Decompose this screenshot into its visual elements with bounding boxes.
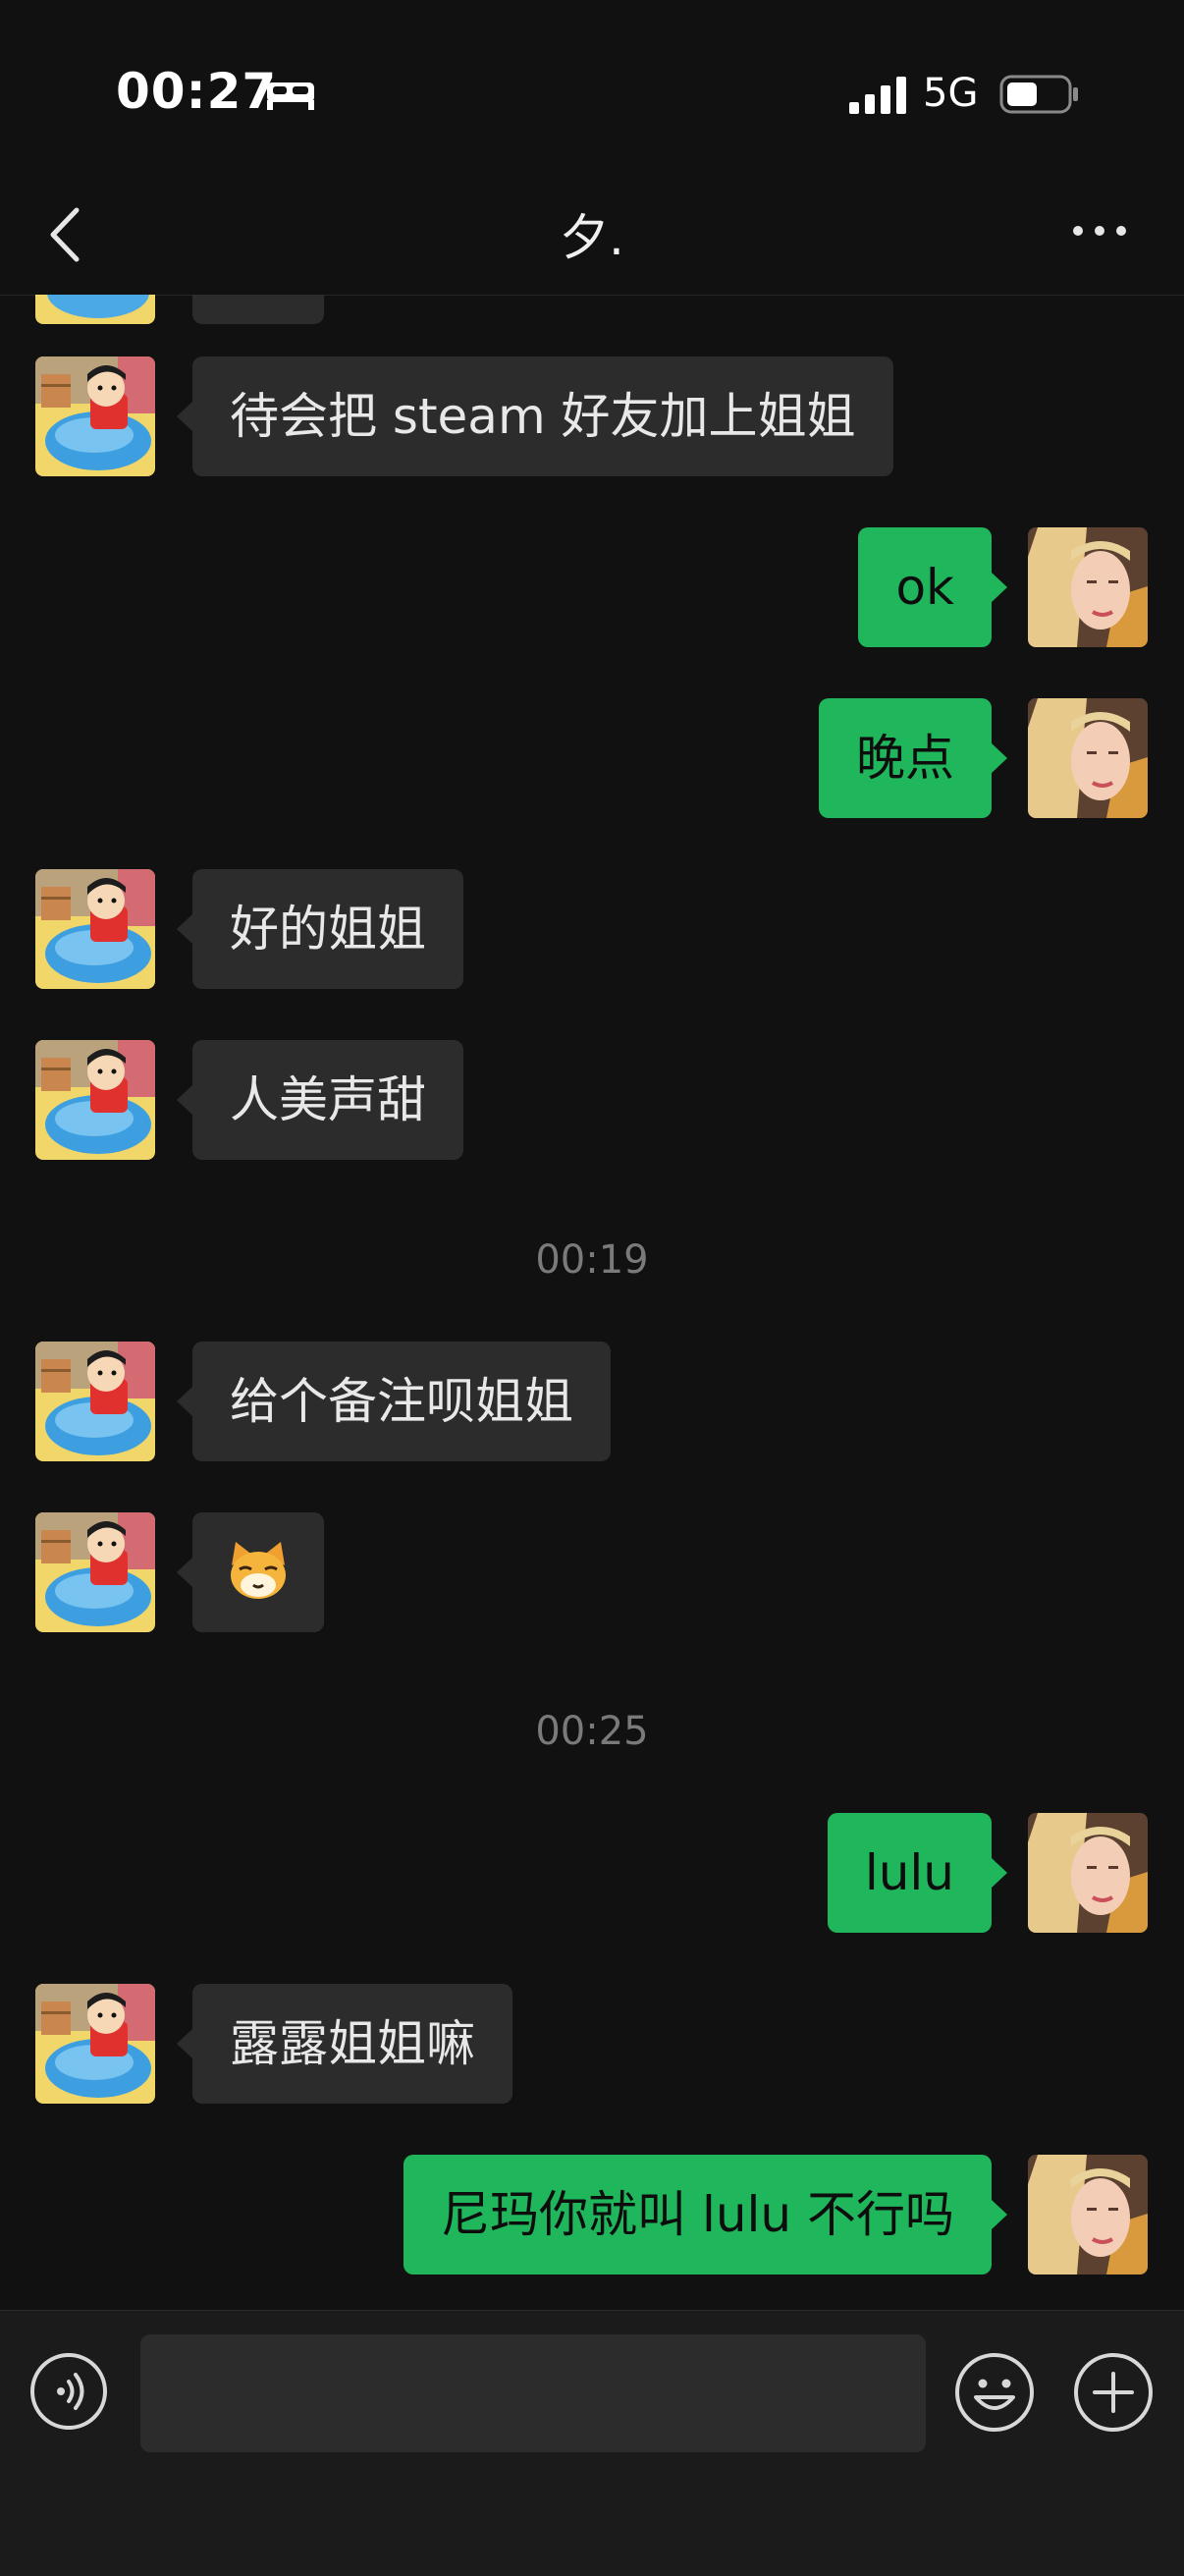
contact-avatar[interactable] [35,356,155,476]
message-bubble-incoming[interactable]: 人美声甜 [177,1040,463,1160]
contact-avatar[interactable] [35,1342,155,1461]
message-list[interactable]: 待会把 steam 好友加上姐姐 ok 晚点 好的姐姐 人美声甜 00:19 给… [0,295,1184,2310]
time-separator: 00:25 [535,1709,649,1754]
more-dots-icon[interactable] [1070,216,1129,246]
message-bubble-incoming[interactable] [177,1512,324,1632]
chat-title[interactable]: 夕. [0,198,1184,269]
user-avatar[interactable] [1028,527,1148,647]
user-avatar[interactable] [1028,698,1148,818]
contact-avatar[interactable] [35,869,155,989]
contact-avatar[interactable] [35,295,155,324]
time-separator: 00:19 [535,1237,649,1283]
message-bubble-outgoing[interactable]: lulu [827,1813,1008,1933]
input-bar [0,2310,1184,2576]
chat-header: 夕. [0,177,1184,296]
signal-bars-icon [849,77,906,114]
bed-icon [267,82,314,110]
message-input[interactable] [140,2334,926,2452]
voice-icon[interactable] [29,2352,108,2431]
status-time: 00:27 [116,63,278,120]
battery-icon [999,75,1078,114]
network-type: 5G [923,71,979,116]
contact-avatar[interactable] [35,1512,155,1632]
plus-icon[interactable] [1073,2352,1154,2433]
message-bubble-incoming[interactable]: 待会把 steam 好友加上姐姐 [177,356,893,476]
message-bubble-incoming[interactable]: 好的姐姐 [177,869,463,989]
contact-avatar[interactable] [35,1984,155,2104]
message-bubble-outgoing[interactable]: 晚点 [819,698,1007,818]
message-bubble-incoming[interactable]: 给个备注呗姐姐 [177,1342,611,1461]
smiley-icon[interactable] [954,2352,1035,2433]
message-bubble-incoming[interactable]: 露露姐姐嘛 [177,1984,512,2104]
user-avatar[interactable] [1028,2155,1148,2275]
cat-face-emoji [231,1542,286,1599]
message-bubble-outgoing[interactable]: ok [858,527,1007,647]
contact-avatar[interactable] [35,1040,155,1160]
message-bubble-outgoing[interactable]: 尼玛你就叫 lulu 不行吗 [404,2155,1007,2275]
user-avatar[interactable] [1028,1813,1148,1933]
status-bar: 00:27 5G [0,0,1184,177]
message-bubble-partial[interactable] [192,295,324,324]
